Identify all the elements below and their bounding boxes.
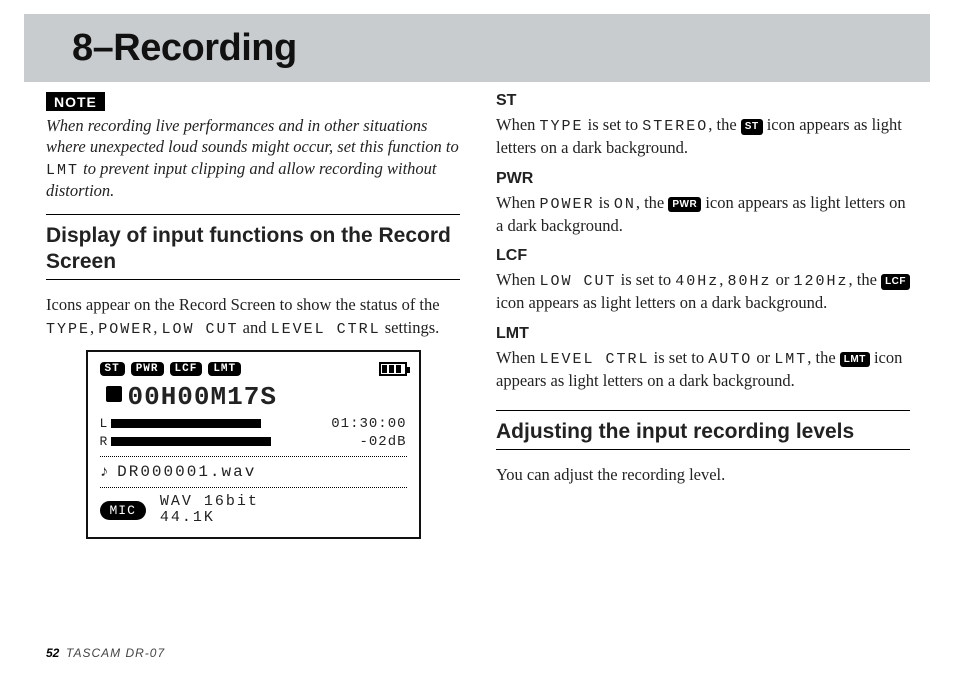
note-text: When recording live performances and in … — [46, 115, 460, 202]
section-paragraph: Icons appear on the Record Screen to sho… — [46, 294, 460, 340]
lcf-chip: LCF — [170, 362, 203, 376]
meter-r-bar — [111, 437, 271, 446]
section-underline — [496, 449, 910, 450]
lcf-text: When LOW CUT is set to 40Hz, 80Hz or 120… — [496, 269, 910, 315]
section-heading: Display of input functions on the Record… — [46, 223, 460, 276]
page-footer: 52 TASCAM DR-07 — [46, 646, 165, 660]
divider — [46, 214, 460, 215]
remaining-time: 01:30:00 — [331, 416, 406, 432]
pwr-heading: PWR — [496, 170, 910, 188]
right-column: ST When TYPE is set to STEREO, the ST ic… — [496, 92, 910, 539]
meter-l-row: L 01:30:00 — [100, 416, 407, 432]
lcd-divider-2 — [100, 487, 407, 488]
lmt-icon: LMT — [840, 352, 870, 368]
st-chip: ST — [100, 362, 125, 376]
lcd-time-row: 00H00M17S — [100, 382, 407, 412]
music-note-icon: ♪ — [100, 463, 112, 481]
format-text: WAV 16bit 44.1K — [160, 494, 259, 527]
pwr-text: When POWER is ON, the PWR icon appears a… — [496, 192, 910, 238]
content-columns: NOTE When recording live performances an… — [0, 82, 954, 539]
pwr-chip: PWR — [131, 362, 164, 376]
divider — [496, 410, 910, 411]
elapsed-time: 00H00M17S — [128, 382, 277, 412]
lcf-heading: LCF — [496, 247, 910, 265]
record-screen-illustration: ST PWR LCF LMT 00H00M17S L 01:30:00 R — [86, 350, 421, 539]
lcf-icon: LCF — [881, 274, 910, 290]
lmt-text: When LEVEL CTRL is set to AUTO or LMT, t… — [496, 347, 910, 393]
manual-page: 8–Recording NOTE When recording live per… — [0, 0, 954, 686]
left-column: NOTE When recording live performances an… — [46, 92, 460, 539]
st-icon: ST — [741, 119, 763, 135]
note-text-b: to prevent input clipping and allow reco… — [46, 159, 437, 201]
product-name: TASCAM DR-07 — [66, 646, 165, 660]
section2-paragraph: You can adjust the recording level. — [496, 464, 910, 486]
meter-r-row: R -02dB — [100, 434, 407, 450]
note-badge: NOTE — [46, 92, 105, 111]
lcd-divider — [100, 456, 407, 457]
lmt-heading: LMT — [496, 325, 910, 343]
pwr-icon: PWR — [668, 197, 701, 213]
section-heading-2: Adjusting the input recording levels — [496, 419, 910, 445]
chapter-title: 8–Recording — [72, 27, 297, 70]
meter-l-bar — [111, 419, 261, 428]
db-level: -02dB — [359, 434, 406, 450]
battery-icon — [379, 362, 407, 376]
lcd-status-row: ST PWR LCF LMT — [100, 362, 407, 376]
chapter-header: 8–Recording — [0, 0, 954, 82]
lmt-chip: LMT — [208, 362, 241, 376]
note-code: LMT — [46, 162, 79, 179]
section-underline — [46, 279, 460, 280]
page-number: 52 — [46, 646, 59, 660]
lcd-format-row: MIC WAV 16bit 44.1K — [100, 494, 407, 527]
lcd-file-row: ♪ DR000001.wav — [100, 463, 407, 481]
st-heading: ST — [496, 92, 910, 110]
mic-chip: MIC — [100, 501, 146, 520]
note-text-a: When recording live performances and in … — [46, 116, 459, 156]
filename: DR000001.wav — [117, 463, 256, 481]
record-indicator-icon — [106, 386, 122, 402]
st-text: When TYPE is set to STEREO, the ST icon … — [496, 114, 910, 160]
